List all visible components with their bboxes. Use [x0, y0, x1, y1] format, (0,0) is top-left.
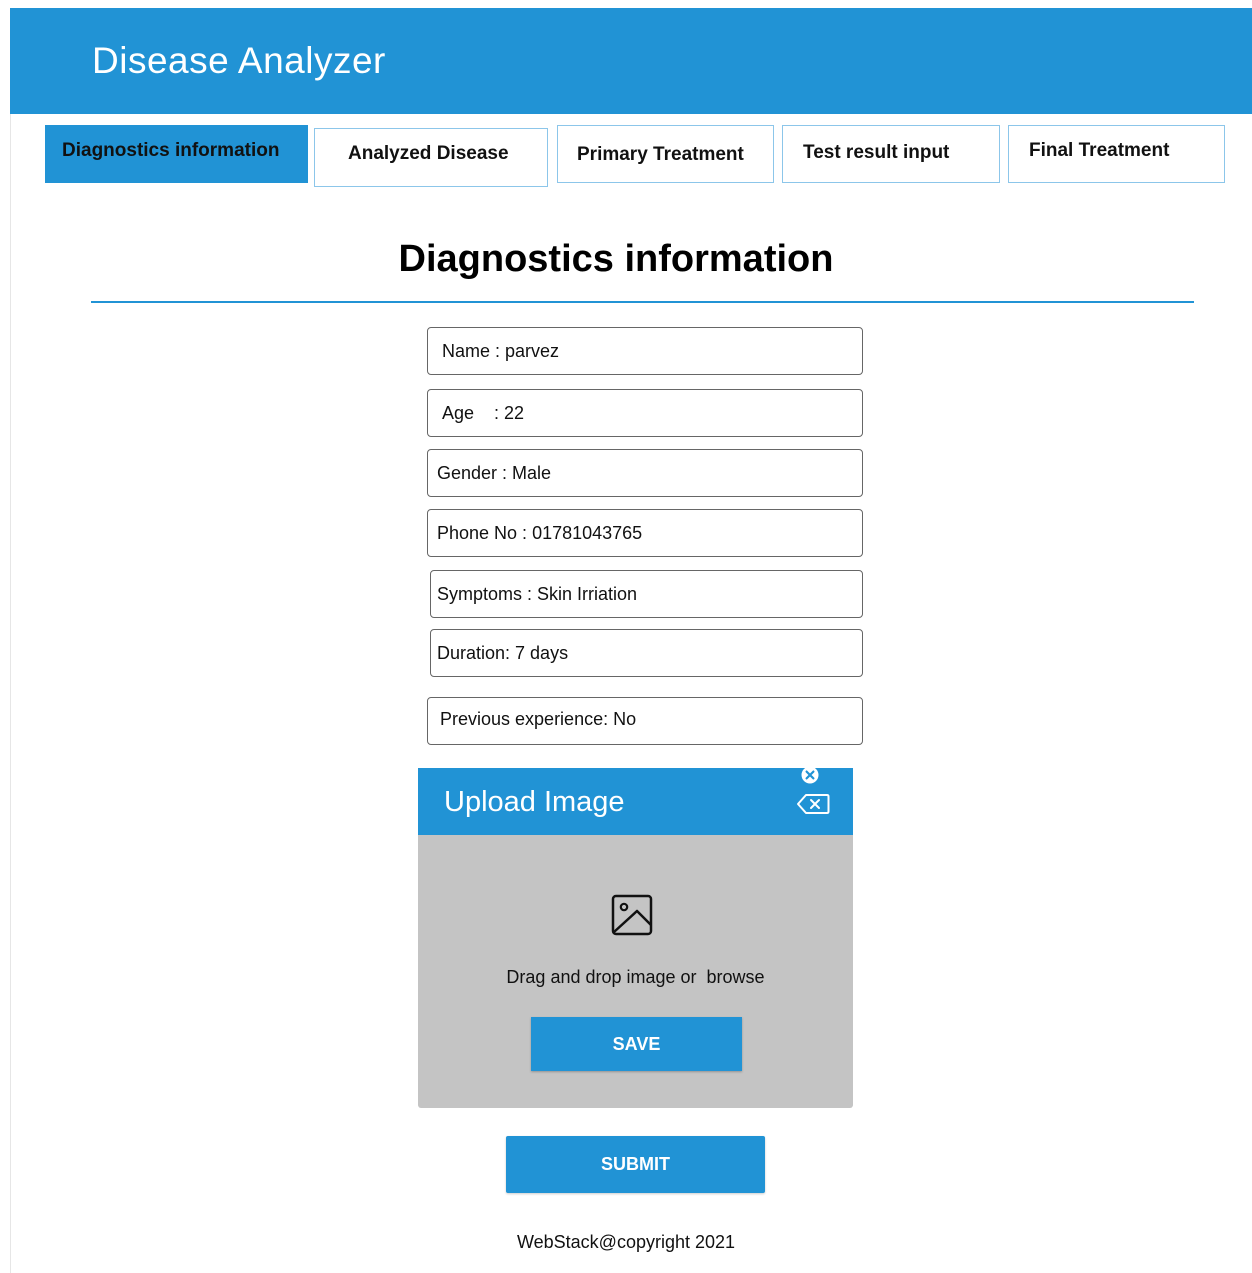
upload-image-title: Upload Image — [444, 786, 625, 818]
tab-primary-treatment[interactable]: Primary Treatment — [557, 125, 774, 183]
tab-label: Primary Treatment — [577, 144, 744, 165]
age-field[interactable]: Age : 22 — [427, 389, 863, 437]
backspace-icon[interactable] — [796, 793, 830, 815]
tab-final-treatment[interactable]: Final Treatment — [1008, 125, 1225, 183]
gender-field[interactable]: Gender : Male — [427, 449, 863, 497]
phone-field[interactable]: Phone No : 01781043765 — [427, 509, 863, 557]
duration-field-value: Duration: 7 days — [437, 643, 569, 663]
symptoms-field-value: Symptoms : Skin Irriation — [437, 584, 638, 604]
tab-analyzed-disease[interactable]: Analyzed Disease — [314, 128, 548, 187]
tab-label: Final Treatment — [1029, 140, 1170, 161]
previous-experience-field[interactable]: Previous experience: No — [427, 697, 863, 745]
symptoms-field[interactable]: Symptoms : Skin Irriation — [430, 570, 863, 618]
age-field-value: Age : 22 — [442, 403, 525, 423]
image-icon — [611, 894, 653, 936]
name-field[interactable]: Name : parvez — [427, 327, 863, 375]
upload-image-header: Upload Image — [418, 766, 853, 835]
name-field-value: Name : parvez — [442, 341, 560, 361]
tab-diagnostics-information[interactable]: Diagnostics information — [45, 125, 308, 183]
drag-drop-text[interactable]: Drag and drop image or browse — [418, 967, 853, 988]
previous-experience-field-value: Previous experience: No — [440, 709, 637, 729]
save-button[interactable]: SAVE — [531, 1017, 742, 1071]
app-title: Disease Analyzer — [92, 40, 386, 81]
tab-label: Diagnostics information — [62, 140, 280, 161]
tab-test-result-input[interactable]: Test result input — [782, 125, 1000, 183]
gender-field-value: Gender : Male — [437, 463, 552, 483]
duration-field[interactable]: Duration: 7 days — [430, 629, 863, 677]
heading-divider — [91, 301, 1194, 303]
upload-image-panel[interactable]: Upload Image Drag and drop image or brow… — [418, 766, 853, 1108]
tab-label: Test result input — [803, 142, 950, 163]
close-circle-icon[interactable] — [801, 766, 819, 784]
phone-field-value: Phone No : 01781043765 — [437, 523, 643, 543]
page-title: Diagnostics information — [398, 238, 834, 280]
submit-button[interactable]: SUBMIT — [506, 1136, 765, 1193]
tab-label: Analyzed Disease — [348, 143, 509, 164]
footer-copyright: WebStack@copyright 2021 — [516, 1232, 736, 1252]
app-header: Disease Analyzer — [10, 8, 1252, 114]
